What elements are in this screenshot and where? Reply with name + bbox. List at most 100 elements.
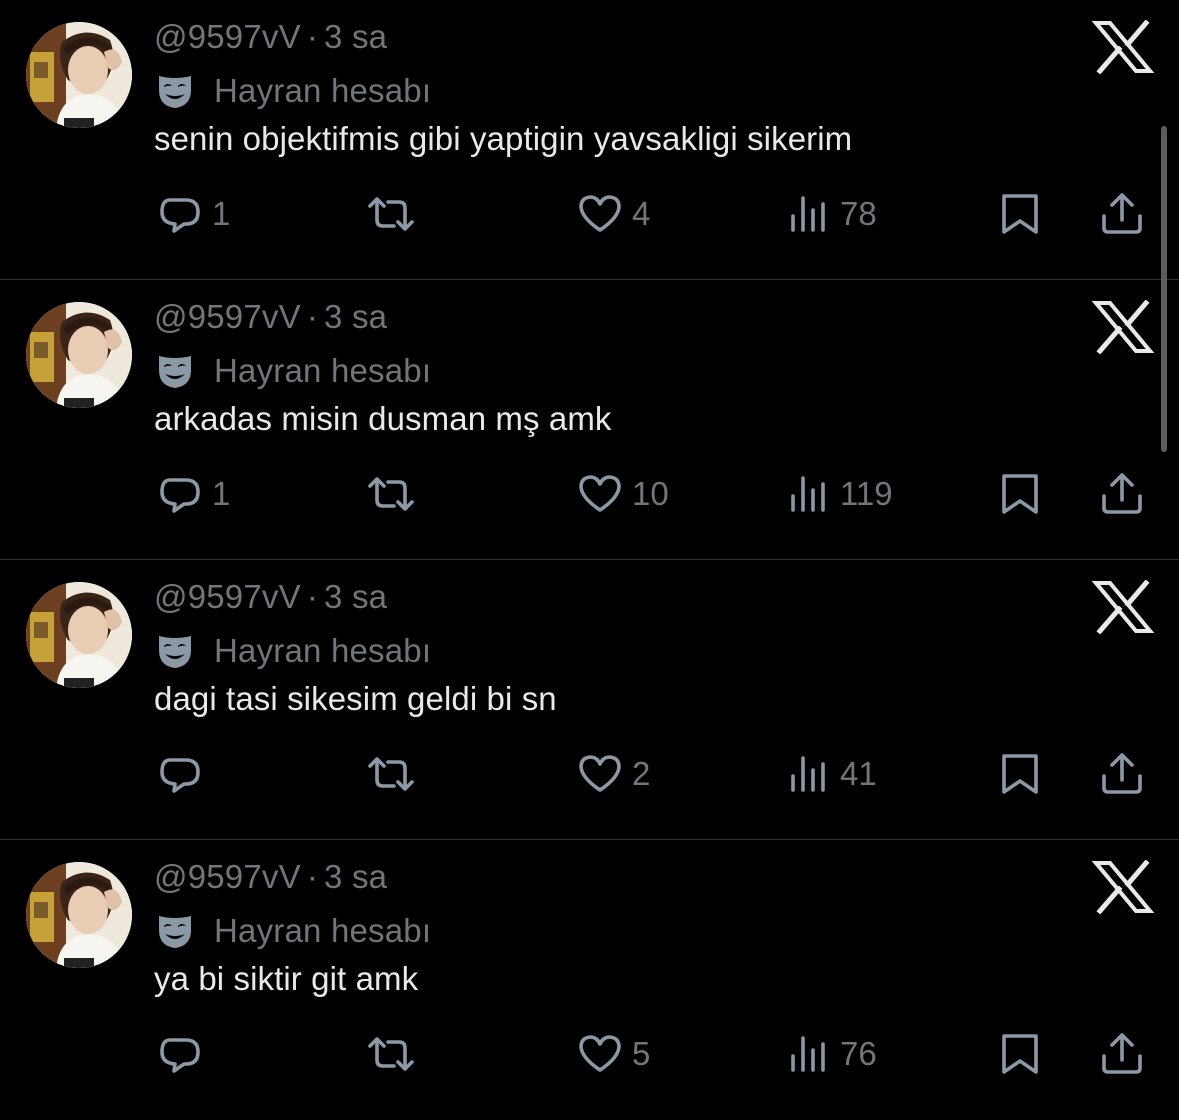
tweet-meta: @9597vV · 3 sa [154,858,387,896]
like-count: 4 [632,195,651,232]
like-button[interactable]: 2 [576,746,650,802]
reply-button[interactable]: 1 [156,466,230,522]
share-button[interactable] [1098,746,1146,802]
tweet-text: arkadas misin dusman mş amk [154,400,612,437]
reply-bubble-icon [156,1030,204,1078]
heart-icon [576,1030,624,1078]
meta-separator: · [306,18,319,55]
account-label: Hayran hesabı [156,632,431,670]
account-label: Hayran hesabı [156,72,431,110]
x-logo-icon[interactable] [1091,859,1155,915]
share-button[interactable] [1098,466,1146,522]
account-label: Hayran hesabı [156,352,431,390]
reply-button[interactable] [156,1026,212,1082]
tweet-text: senin objektifmis gibi yaptigin yavsakli… [154,120,853,157]
views-button[interactable]: 41 [788,746,877,802]
reply-button[interactable] [156,746,212,802]
like-count: 5 [632,1035,651,1072]
reply-count: 1 [212,475,231,512]
scrollbar[interactable] [1161,126,1167,452]
retweet-icon [362,1030,420,1078]
share-upload-icon [1098,750,1146,798]
account-label-text: Hayran hesabı [214,72,432,109]
views-count: 76 [840,1035,877,1072]
theater-mask-icon [156,632,194,670]
tweet-meta: @9597vV · 3 sa [154,298,387,336]
tweet-time[interactable]: 3 sa [324,298,387,335]
retweet-icon [362,190,420,238]
like-button[interactable]: 4 [576,186,650,242]
bookmark-icon [998,1030,1042,1078]
tweet-actions: 1 4 78 [0,186,1179,242]
avatar[interactable] [26,22,132,128]
retweet-icon [362,470,420,518]
theater-mask-icon [156,912,194,950]
theater-mask-icon [156,352,194,390]
heart-icon [576,190,624,238]
like-count: 10 [632,475,669,512]
account-label-text: Hayran hesabı [214,632,432,669]
tweet-time[interactable]: 3 sa [324,18,387,55]
reply-count: 1 [212,195,231,232]
reply-bubble-icon [156,750,204,798]
views-count: 78 [840,195,877,232]
views-button[interactable]: 78 [788,186,877,242]
tweet-text: dagi tasi sikesim geldi bi sn [154,680,557,717]
tweet-actions: 5 76 [0,1026,1179,1082]
reply-feed: @9597vV · 3 sa Hayran hesabı senin objekti… [0,0,1179,1107]
reply-bubble-icon [156,470,204,518]
tweet-meta: @9597vV · 3 sa [154,578,387,616]
tweet-meta: @9597vV · 3 sa [154,18,387,56]
views-count: 119 [840,475,893,512]
tweet-time[interactable]: 3 sa [324,858,387,895]
share-button[interactable] [1098,186,1146,242]
like-button[interactable]: 5 [576,1026,650,1082]
retweet-icon [362,750,420,798]
views-button[interactable]: 119 [788,466,893,522]
account-label: Hayran hesabı [156,912,431,950]
author-handle[interactable]: @9597vV [154,18,301,55]
share-button[interactable] [1098,1026,1146,1082]
avatar[interactable] [26,302,132,408]
bookmark-icon [998,470,1042,518]
heart-icon [576,750,624,798]
bookmark-icon [998,190,1042,238]
x-logo-icon[interactable] [1091,299,1155,355]
tweet[interactable]: @9597vV · 3 sa Hayran hesabı ya bi siktir … [0,840,1179,1120]
like-button[interactable]: 10 [576,466,669,522]
x-logo-icon[interactable] [1091,579,1155,635]
share-upload-icon [1098,1030,1146,1078]
retweet-button[interactable] [362,186,420,242]
bookmark-icon [998,750,1042,798]
x-logo-icon[interactable] [1091,19,1155,75]
views-count: 41 [840,755,877,792]
share-upload-icon [1098,470,1146,518]
views-bar-chart-icon [788,1030,832,1078]
meta-separator: · [306,858,319,895]
avatar[interactable] [26,862,132,968]
tweet-text: ya bi siktir git amk [154,960,419,997]
meta-separator: · [306,298,319,335]
like-count: 2 [632,755,651,792]
tweet[interactable]: @9597vV · 3 sa Hayran hesabı dagi tasi sik… [0,560,1179,840]
tweet[interactable]: @9597vV · 3 sa Hayran hesabı arkadas misin… [0,280,1179,560]
tweet-time[interactable]: 3 sa [324,578,387,615]
bookmark-button[interactable] [998,186,1042,242]
tweet-actions: 2 41 [0,746,1179,802]
avatar[interactable] [26,582,132,688]
tweet-actions: 1 10 119 [0,466,1179,522]
account-label-text: Hayran hesabı [214,912,432,949]
share-upload-icon [1098,190,1146,238]
reply-button[interactable]: 1 [156,186,230,242]
retweet-button[interactable] [362,466,420,522]
bookmark-button[interactable] [998,1026,1042,1082]
tweet[interactable]: @9597vV · 3 sa Hayran hesabı senin objekti… [0,0,1179,280]
bookmark-button[interactable] [998,466,1042,522]
retweet-button[interactable] [362,746,420,802]
author-handle[interactable]: @9597vV [154,858,301,895]
views-button[interactable]: 76 [788,1026,877,1082]
retweet-button[interactable] [362,1026,420,1082]
author-handle[interactable]: @9597vV [154,578,301,615]
author-handle[interactable]: @9597vV [154,298,301,335]
bookmark-button[interactable] [998,746,1042,802]
